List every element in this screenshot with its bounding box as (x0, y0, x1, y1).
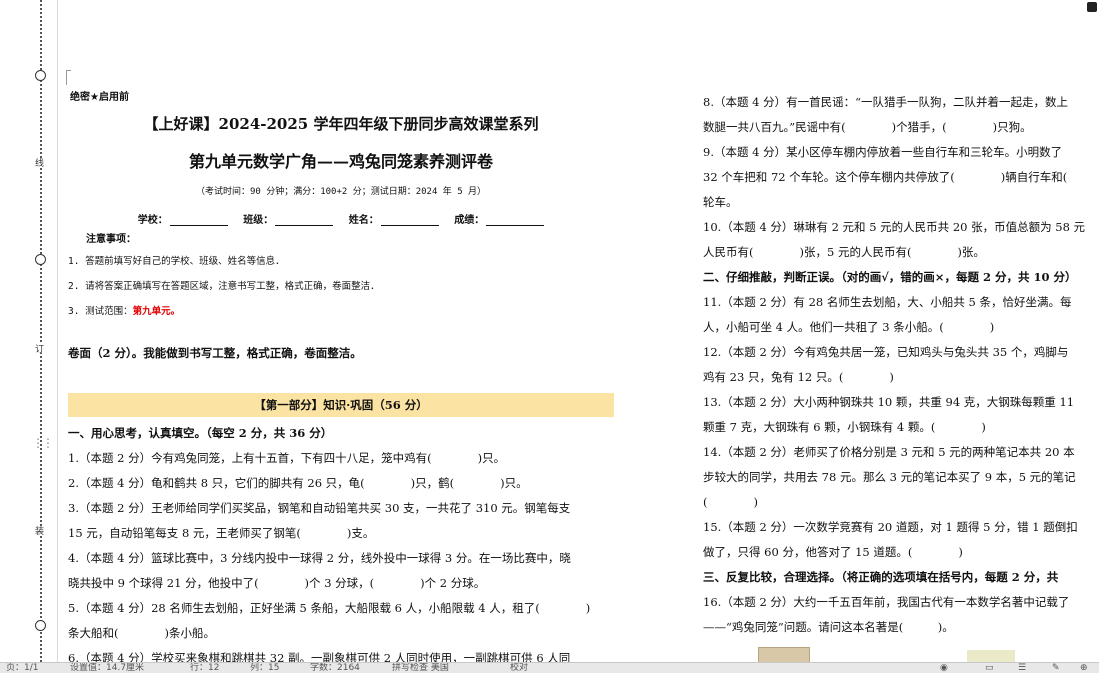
section-heading: 二、仔细推敲，判断正误。（对的画√，错的画×，每题 2 分，共 10 分） (703, 270, 1077, 284)
question-line: 11.（本题 2 分）有 28 名师生去划船，大、小船共 5 条，恰好坐满。每 (703, 295, 1072, 309)
question-line: 条大船和( )条小船。 (68, 626, 215, 640)
blank-line (380, 215, 439, 226)
binding-circle (35, 70, 46, 81)
doc-title: 【上好课】2024-2025 学年四年级下册同步高效课堂系列 (143, 115, 539, 133)
part-heading: 【第一部分】知识·巩固（56 分） (68, 393, 614, 417)
binding-circle (35, 254, 46, 265)
drag-handle-icon[interactable]: ⋮⋮ (32, 436, 54, 450)
notes-title: 注意事项： (86, 234, 136, 245)
question-line: 15 元，自动铅笔每支 8 元，王老师买了钢笔( )支。 (68, 526, 375, 540)
question-line: 1.（本题 2 分）今有鸡兔同笼，上有十五首，下有四十八足，笼中鸡有( )只。 (68, 451, 506, 465)
question-line: 8.（本题 4 分）有一首民谣：“一队猎手一队狗，二队并着一起走，数上 (703, 95, 1068, 109)
page-divider (57, 0, 58, 662)
question-line: 12.（本题 2 分）今有鸡兔共居一笼，已知鸡头与兔头共 35 个，鸡脚与 (703, 345, 1069, 359)
field-school: 学校： (138, 211, 228, 226)
exam-info: （考试时间：90 分钟；满分：100+2 分；测试日期：2024 年 5 月） (195, 187, 487, 197)
note-prefix: 3. 测试范围： (68, 306, 133, 317)
field-name: 姓名： (349, 211, 439, 226)
question-line: ——“鸡兔同笼”问题。请问这本名著是( )。 (703, 620, 954, 634)
doc-subtitle: 第九单元数学广角——鸡兔同笼素养测评卷 (188, 152, 493, 171)
status-bar: 页：1/1 设置值：14.7厘米 行：12 列：15 字数：2164 拼写检查 … (0, 662, 1099, 673)
question-line: 颗重 7 克，大钢珠有 6 颗，小钢珠有 4 颗。( ) (703, 420, 986, 434)
field-label: 班级： (243, 215, 274, 226)
question-line: 鸡有 23 只，兔有 12 只。( ) (703, 370, 894, 384)
neatness-statement: 卷面（2 分）。我能做到书写工整，格式正确，卷面整洁。 (68, 346, 362, 360)
section-heading: 一、用心思考，认真填空。（每空 2 分，共 36 分） (68, 426, 333, 440)
binding-label: 线 (33, 158, 43, 167)
scroll-indicator-icon[interactable] (1087, 2, 1097, 12)
field-score: 成绩： (454, 211, 545, 226)
student-fields: 学校： 班级： 姓名： 成绩： (68, 211, 614, 226)
note-scope: 第九单元。 (132, 306, 181, 317)
question-line: 16.（本题 2 分）大约一千五百年前，我国古代有一本数学名著中记载了 (703, 595, 1070, 609)
field-label: 学校： (137, 215, 168, 226)
field-label: 成绩： (454, 215, 485, 226)
question-line: 15.（本题 2 分）一次数学竞赛有 20 道题，对 1 题得 5 分，错 1 … (703, 520, 1078, 534)
question-line: 13.（本题 2 分）大小两种钢珠共 10 颗，共重 94 克，大钢珠每颗重 1… (703, 395, 1075, 409)
question-line: 做了，只得 60 分，他答对了 15 道题。( ) (703, 545, 963, 559)
question-line: 4.（本题 4 分）篮球比赛中，3 分线内投中一球得 2 分，线外投中一球得 3… (68, 551, 571, 565)
left-column: 绝密★启用前 【上好课】2024-2025 学年四年级下册同步高效课堂系列 第九… (68, 88, 614, 671)
blank-line (169, 215, 228, 226)
question-line: 32 个车把和 72 个车轮。这个停车棚内共停放了( )辆自行车和( (703, 170, 1068, 184)
question-line: 步较大的同学，共用去 78 元。那么 3 元的笔记本买了 9 本，5 元的笔记 (703, 470, 1076, 484)
question-line: 数腿一共八百九。”民谣中有( )个猎手，( )只狗。 (703, 120, 1032, 134)
question-line: 轮车。 (703, 195, 738, 209)
page-corner-mark (66, 70, 71, 85)
binding-margin: 线 订 ⋮⋮ 装 (0, 0, 58, 662)
blank-line (486, 215, 545, 226)
right-column: 8.（本题 4 分）有一首民谣：“一队猎手一队狗，二队并着一起走，数上 数腿一共八… (703, 90, 1099, 640)
question-line: 10.（本题 4 分）琳琳有 2 元和 5 元的人民币共 20 张，币值总额为 … (703, 220, 1086, 234)
question-line: 人民币有( )张，5 元的人民币有( )张。 (703, 245, 985, 259)
question-line: 9.（本题 4 分）某小区停车棚内停放着一些自行车和三轮车。小明数了 (703, 145, 1063, 159)
question-line: 人，小船可坐 4 人。他们一共租了 3 条小船。( ) (703, 320, 995, 334)
field-class: 班级： (243, 211, 334, 226)
note-item: 1. 答题前填写好自己的学校、班级、姓名等信息． (68, 256, 285, 267)
question-line: 5.（本题 4 分）28 名师生去划船，正好坐满 5 条船，大船限载 6 人，小… (68, 601, 591, 615)
binding-circle (35, 620, 46, 631)
question-line: 14.（本题 2 分）老师买了价格分别是 3 元和 5 元的两种笔记本共 20 … (703, 445, 1075, 459)
question-line: ( ) (703, 495, 758, 509)
field-label: 姓名： (348, 215, 379, 226)
secret-label: 绝密★启用前 (70, 92, 129, 103)
question-line: 晓共投中 9 个球得 21 分，他投中了( )个 3 分球，( )个 2 分球。 (68, 576, 486, 590)
binding-label: 装 (33, 526, 43, 535)
question-line: 3.（本题 2 分）王老师给同学们买奖品，钢笔和自动铅笔共买 30 支，一共花了… (68, 501, 571, 515)
embedded-image (967, 650, 1015, 662)
section-heading: 三、反复比较，合理选择。（将正确的选项填在括号内，每题 2 分，共 (703, 570, 1059, 584)
note-item: 3. 测试范围：第九单元。 (68, 303, 614, 317)
binding-label: 订 (33, 344, 43, 353)
binding-dotted-line (40, 0, 42, 662)
blank-line (275, 215, 334, 226)
question-line: 2.（本题 4 分）龟和鹤共 8 只，它们的脚共有 26 只，龟( )只，鹤( … (68, 476, 528, 490)
note-item: 2. 请将答案正确填写在答题区域，注意书写工整，格式正确，卷面整洁． (68, 281, 380, 292)
